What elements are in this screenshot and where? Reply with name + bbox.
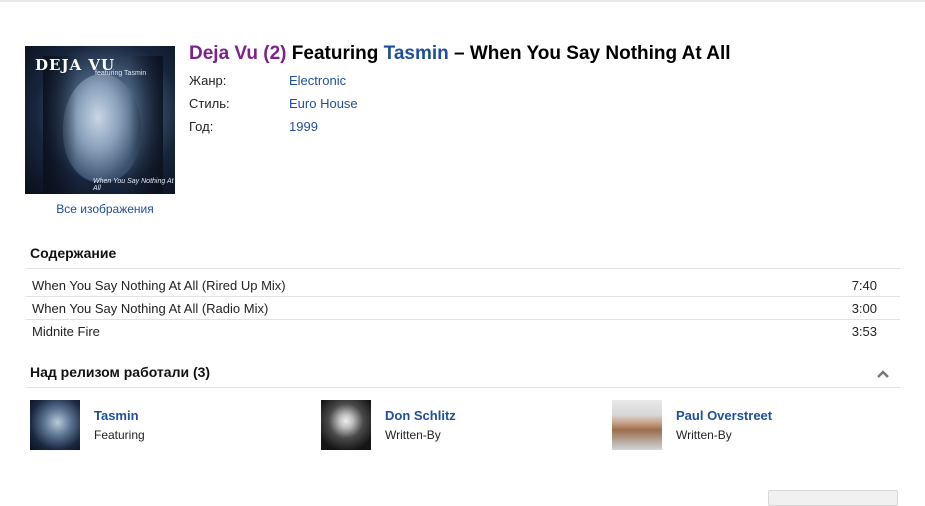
- track-title: When You Say Nothing At All (Radio Mix): [32, 301, 269, 316]
- credit-item[interactable]: Don Schlitz Written-By: [321, 400, 601, 450]
- cover-bottom-text: When You Say Nothing At All: [93, 178, 174, 192]
- credit-name-link[interactable]: Paul Overstreet: [676, 408, 772, 423]
- featured-artist-link[interactable]: Tasmin: [384, 43, 449, 64]
- track-divider: [26, 296, 900, 297]
- meta-label: Год:: [189, 119, 214, 134]
- title-separator: –: [454, 43, 465, 64]
- track-title: Midnite Fire: [32, 324, 100, 339]
- top-divider: [0, 0, 925, 2]
- meta-label: Жанр:: [189, 73, 227, 88]
- tracklist-divider: [26, 268, 900, 269]
- track-duration: 7:40: [851, 278, 877, 293]
- artist-link[interactable]: Deja Vu (2): [189, 43, 287, 64]
- style-link[interactable]: Euro House: [289, 96, 358, 111]
- year-link[interactable]: 1999: [289, 119, 318, 134]
- meta-label: Стиль:: [189, 96, 230, 111]
- credits-divider: [26, 387, 900, 388]
- artist-avatar[interactable]: [321, 400, 371, 450]
- album-cover[interactable]: DEJA VU featuring Tasmin When You Say No…: [25, 46, 175, 194]
- credit-item[interactable]: Paul Overstreet Written-By: [612, 400, 892, 450]
- credit-name-link[interactable]: Don Schlitz: [385, 408, 456, 423]
- track-duration: 3:00: [851, 301, 877, 316]
- artist-avatar[interactable]: [30, 400, 80, 450]
- featuring-word: Featuring: [291, 43, 379, 64]
- tracklist-heading: Содержание: [30, 245, 117, 261]
- cover-sub-text: featuring Tasmin: [95, 70, 147, 77]
- credit-name-link[interactable]: Tasmin: [94, 408, 139, 423]
- track-row[interactable]: Midnite Fire 3:53: [30, 324, 890, 346]
- artist-avatar[interactable]: [612, 400, 662, 450]
- release-title: Deja Vu (2) Featuring Tasmin – When You …: [189, 43, 731, 65]
- credit-role: Written-By: [385, 428, 441, 442]
- credit-role: Written-By: [676, 428, 732, 442]
- genre-link[interactable]: Electronic: [289, 73, 346, 88]
- credit-item[interactable]: Tasmin Featuring: [30, 400, 310, 450]
- credits-heading: Над релизом работали (3): [30, 364, 211, 380]
- track-divider: [26, 319, 900, 320]
- chevron-up-icon[interactable]: [876, 368, 890, 380]
- release-name: When You Say Nothing At All: [469, 43, 731, 64]
- track-title: When You Say Nothing At All (Rired Up Mi…: [32, 278, 286, 293]
- next-section-button[interactable]: [768, 490, 898, 506]
- credit-role: Featuring: [94, 428, 145, 442]
- track-duration: 3:53: [851, 324, 877, 339]
- all-images-link[interactable]: Все изображения: [25, 202, 185, 216]
